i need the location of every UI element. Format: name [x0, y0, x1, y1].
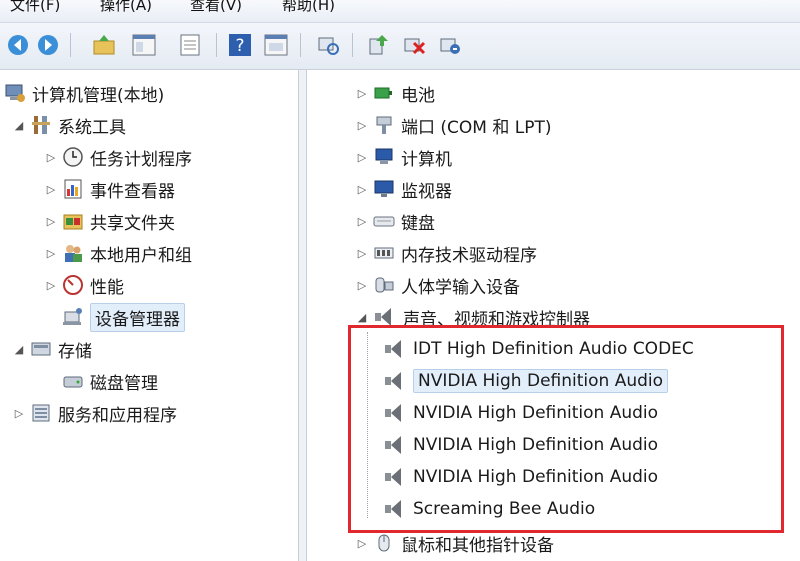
users-icon [65, 245, 82, 262]
show-hide-tree-icon[interactable] [132, 33, 156, 57]
tree-storage[interactable]: ◢ 存储 [12, 334, 92, 364]
tree-root[interactable]: 计算机管理(本地) [4, 78, 164, 108]
collapse-arrow-icon[interactable]: ◢ [12, 343, 26, 356]
menu-file[interactable]: 文件(F) [10, 0, 60, 15]
tree-performance[interactable]: ▷ 性能 [44, 270, 124, 300]
back-icon[interactable] [6, 33, 30, 57]
help-icon[interactable]: ? [228, 33, 252, 57]
expand-arrow-icon[interactable]: ▷ [44, 215, 58, 228]
navigation-tree: 计算机管理(本地) ◢ 系统工具 ▷ 任务计划程序 ▷ 事件查看器 ▷ 共享文件… [0, 70, 298, 561]
category-memory-tech[interactable]: ▷ 内存技术驱动程序 [355, 238, 537, 268]
expand-arrow-icon[interactable]: ▷ [44, 279, 58, 292]
expand-arrow-icon[interactable]: ▷ [355, 183, 369, 196]
shared-folder-icon [63, 214, 83, 230]
clock-icon [63, 147, 83, 167]
category-battery[interactable]: ▷ 电池 [355, 78, 435, 108]
expand-arrow-icon[interactable]: ▷ [44, 247, 58, 260]
disable-device-icon[interactable] [402, 33, 426, 57]
tree-device-manager[interactable]: 设备管理器 [58, 302, 185, 332]
forward-icon[interactable] [36, 33, 60, 57]
battery-icon [374, 87, 392, 99]
properties-icon[interactable] [178, 33, 202, 57]
expand-arrow-icon[interactable]: ▷ [355, 537, 369, 550]
expand-arrow-icon[interactable]: ▷ [12, 407, 26, 420]
port-icon [376, 116, 392, 134]
console-icon[interactable] [264, 33, 288, 57]
menu-bar: 文件(F) 操作(A) 查看(V) 帮助(H) [0, 0, 800, 23]
highlight-box [348, 325, 784, 533]
tree-event-viewer[interactable]: ▷ 事件查看器 [44, 174, 175, 204]
expand-arrow-icon[interactable]: ▷ [355, 87, 369, 100]
category-monitors[interactable]: ▷ 监视器 [355, 174, 452, 204]
tree-disk-management[interactable]: 磁盘管理 [58, 366, 158, 396]
svg-text:?: ? [235, 36, 244, 56]
expand-arrow-icon[interactable]: ▷ [355, 247, 369, 260]
performance-icon [63, 275, 83, 295]
expand-arrow-icon[interactable]: ▷ [44, 151, 58, 164]
menu-view[interactable]: 查看(V) [190, 0, 242, 15]
category-hid[interactable]: ▷ 人体学输入设备 [355, 270, 520, 300]
expand-arrow-icon[interactable]: ▷ [355, 119, 369, 132]
menu-action[interactable]: 操作(A) [100, 0, 152, 15]
scan-hardware-icon[interactable] [316, 33, 340, 57]
collapse-arrow-icon[interactable]: ◢ [355, 311, 369, 324]
up-folder-icon[interactable] [92, 33, 116, 57]
category-ports[interactable]: ▷ 端口 (COM 和 LPT) [355, 110, 552, 140]
menu-help[interactable]: 帮助(H) [282, 0, 335, 15]
mouse-icon [378, 534, 390, 552]
keyboard-icon [373, 216, 395, 227]
disk-icon [63, 376, 83, 388]
tree-local-users[interactable]: ▷ 本地用户和组 [44, 238, 192, 268]
device-manager-icon [63, 308, 82, 325]
pane-splitter[interactable] [298, 70, 307, 561]
expand-arrow-icon[interactable]: ▷ [355, 151, 369, 164]
event-viewer-icon [64, 179, 82, 199]
computer-icon [375, 148, 393, 164]
memory-icon [374, 247, 394, 259]
expand-arrow-icon[interactable]: ▷ [355, 279, 369, 292]
update-driver-icon[interactable] [366, 33, 390, 57]
hid-icon [375, 277, 394, 293]
tree-task-scheduler[interactable]: ▷ 任务计划程序 [44, 142, 192, 172]
computer-management-icon [5, 84, 25, 102]
category-keyboards[interactable]: ▷ 键盘 [355, 206, 435, 236]
tree-shared-folders[interactable]: ▷ 共享文件夹 [44, 206, 175, 236]
storage-icon [31, 342, 51, 356]
expand-arrow-icon[interactable]: ▷ [44, 183, 58, 196]
tree-services[interactable]: ▷ 服务和应用程序 [12, 398, 177, 428]
tree-system-tools[interactable]: ◢ 系统工具 [12, 110, 126, 140]
system-tools-icon [32, 116, 50, 134]
monitor-icon [374, 180, 394, 197]
uninstall-device-icon[interactable] [438, 33, 462, 57]
collapse-arrow-icon[interactable]: ◢ [12, 119, 26, 132]
toolbar: ? [0, 23, 800, 70]
services-icon [32, 404, 50, 422]
expand-arrow-icon[interactable]: ▷ [355, 215, 369, 228]
category-computer[interactable]: ▷ 计算机 [355, 142, 452, 172]
